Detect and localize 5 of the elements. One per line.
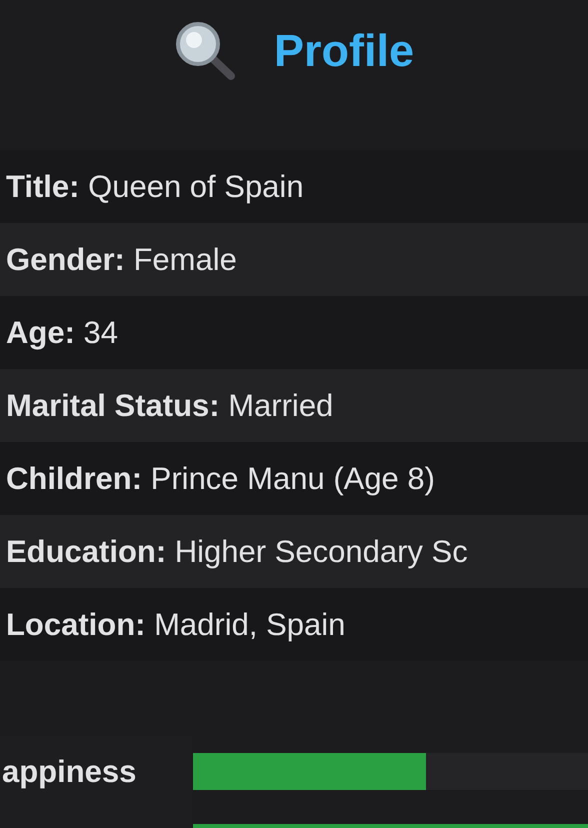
profile-field: Gender: Female xyxy=(6,242,237,278)
search-icon xyxy=(174,20,236,80)
page-title: Profile xyxy=(274,28,414,72)
profile-field: Age: 34 xyxy=(6,314,118,350)
stat-label: appiness xyxy=(2,754,136,790)
